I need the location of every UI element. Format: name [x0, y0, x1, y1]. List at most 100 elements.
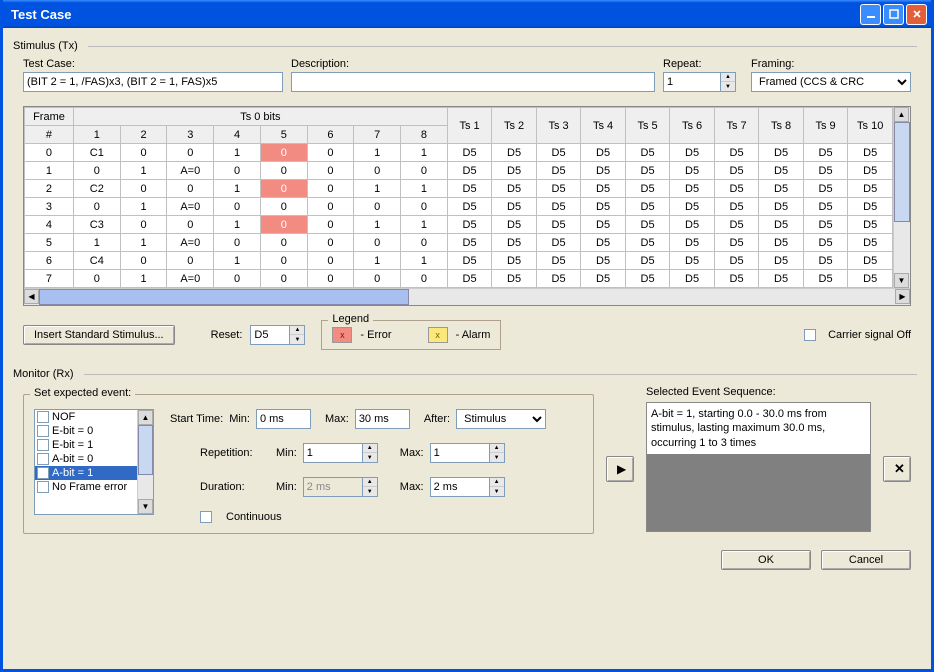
list-item[interactable]: E-bit = 1	[35, 438, 137, 452]
grid-cell[interactable]: 0	[307, 216, 354, 234]
list-item[interactable]: NOF	[35, 410, 137, 424]
grid-cell[interactable]: 0	[354, 198, 401, 216]
repeat-input[interactable]	[663, 72, 721, 92]
grid-cell[interactable]: D5	[714, 162, 759, 180]
grid-cell[interactable]: 0	[260, 216, 307, 234]
grid-cell[interactable]: D5	[492, 216, 537, 234]
list-item[interactable]: A-bit = 0	[35, 452, 137, 466]
grid-cell[interactable]: A=0	[167, 198, 214, 216]
grid-cell[interactable]: D5	[536, 234, 581, 252]
grid-cell[interactable]: D5	[581, 216, 626, 234]
framing-select[interactable]: Framed (CCS & CRC	[751, 72, 911, 92]
grid-cell[interactable]: D5	[848, 234, 893, 252]
grid-cell[interactable]: 7	[25, 270, 74, 288]
grid-cell[interactable]: D5	[759, 162, 804, 180]
insert-stimulus-button[interactable]: Insert Standard Stimulus...	[23, 325, 175, 345]
grid-cell[interactable]: D5	[670, 180, 715, 198]
grid-cell[interactable]: D5	[803, 180, 848, 198]
grid-cell[interactable]: D5	[625, 198, 670, 216]
grid-cell[interactable]: 0	[120, 180, 167, 198]
grid-cell[interactable]: D5	[714, 270, 759, 288]
start-max-input[interactable]	[355, 409, 410, 429]
grid-cell[interactable]: D5	[759, 144, 804, 162]
grid-cell[interactable]: D5	[625, 180, 670, 198]
grid-cell[interactable]: 1	[120, 198, 167, 216]
frame-grid[interactable]: FrameTs 0 bitsTs 1Ts 2Ts 3Ts 4Ts 5Ts 6Ts…	[24, 107, 893, 288]
spin-up-icon[interactable]: ▲	[721, 73, 735, 82]
grid-cell[interactable]: 0	[401, 162, 448, 180]
scroll-track[interactable]	[894, 222, 910, 273]
grid-cell[interactable]: D5	[848, 216, 893, 234]
grid-cell[interactable]: 0	[25, 144, 74, 162]
grid-cell[interactable]: D5	[625, 234, 670, 252]
spin-up-icon[interactable]: ▲	[363, 444, 377, 453]
grid-cell[interactable]: D5	[803, 144, 848, 162]
grid-cell[interactable]: D5	[447, 144, 492, 162]
after-select[interactable]: Stimulus	[456, 409, 546, 429]
grid-cell[interactable]: D5	[625, 144, 670, 162]
grid-cell[interactable]: D5	[848, 180, 893, 198]
grid-cell[interactable]: D5	[447, 234, 492, 252]
cancel-button[interactable]: Cancel	[821, 550, 911, 570]
grid-cell[interactable]: 1	[214, 180, 261, 198]
grid-cell[interactable]: 0	[354, 270, 401, 288]
table-row[interactable]: 101A=000000D5D5D5D5D5D5D5D5D5D5	[25, 162, 893, 180]
grid-cell[interactable]: 0	[260, 162, 307, 180]
rep-min-input[interactable]	[303, 443, 363, 463]
grid-cell[interactable]: D5	[536, 144, 581, 162]
rep-max-input[interactable]	[430, 443, 490, 463]
scroll-thumb[interactable]	[894, 122, 910, 222]
grid-cell[interactable]: 0	[167, 216, 214, 234]
grid-cell[interactable]: D5	[670, 144, 715, 162]
grid-cell[interactable]: 0	[260, 270, 307, 288]
grid-cell[interactable]: 0	[167, 144, 214, 162]
spin-down-icon[interactable]: ▼	[490, 453, 504, 462]
grid-cell[interactable]: D5	[447, 162, 492, 180]
grid-cell[interactable]: D5	[447, 198, 492, 216]
table-row[interactable]: 0C10010011D5D5D5D5D5D5D5D5D5D5	[25, 144, 893, 162]
grid-cell[interactable]: D5	[536, 270, 581, 288]
listbox-vscrollbar[interactable]: ▲ ▼	[137, 410, 153, 514]
rep-max-spinner[interactable]: ▲▼	[430, 443, 505, 463]
grid-cell[interactable]: D5	[803, 234, 848, 252]
grid-cell[interactable]: D5	[581, 270, 626, 288]
grid-cell[interactable]: D5	[714, 180, 759, 198]
grid-cell[interactable]: D5	[581, 180, 626, 198]
grid-cell[interactable]: D5	[492, 144, 537, 162]
grid-cell[interactable]: D5	[492, 198, 537, 216]
grid-cell[interactable]: 0	[307, 162, 354, 180]
scroll-down-icon[interactable]: ▼	[138, 499, 153, 514]
scroll-up-icon[interactable]: ▲	[138, 410, 153, 425]
grid-cell[interactable]: 0	[307, 144, 354, 162]
dur-max-input[interactable]	[430, 477, 490, 497]
grid-cell[interactable]: 0	[401, 234, 448, 252]
grid-cell[interactable]: 0	[73, 270, 120, 288]
table-row[interactable]: 4C30010011D5D5D5D5D5D5D5D5D5D5	[25, 216, 893, 234]
spin-down-icon[interactable]: ▼	[290, 335, 304, 344]
event-checkbox[interactable]	[37, 453, 49, 465]
grid-cell[interactable]: D5	[492, 180, 537, 198]
grid-cell[interactable]: D5	[581, 234, 626, 252]
grid-cell[interactable]: 0	[120, 144, 167, 162]
ok-button[interactable]: OK	[721, 550, 811, 570]
grid-cell[interactable]: 1	[25, 162, 74, 180]
grid-cell[interactable]: A=0	[167, 162, 214, 180]
grid-cell[interactable]: D5	[536, 198, 581, 216]
grid-vscrollbar[interactable]: ▲ ▼	[893, 107, 910, 288]
grid-cell[interactable]: 1	[354, 216, 401, 234]
grid-cell[interactable]: D5	[625, 162, 670, 180]
remove-event-button[interactable]: ✕	[883, 456, 911, 482]
grid-cell[interactable]: 1	[401, 180, 448, 198]
grid-cell[interactable]: 5	[25, 234, 74, 252]
spin-up-icon[interactable]: ▲	[490, 444, 504, 453]
grid-cell[interactable]: D5	[447, 216, 492, 234]
grid-cell[interactable]: 1	[120, 270, 167, 288]
grid-cell[interactable]: D5	[759, 252, 804, 270]
event-checkbox[interactable]	[37, 425, 49, 437]
grid-cell[interactable]: 1	[73, 234, 120, 252]
continuous-checkbox[interactable]	[200, 511, 212, 523]
grid-cell[interactable]: D5	[803, 270, 848, 288]
description-input[interactable]	[291, 72, 655, 92]
grid-cell[interactable]: 1	[214, 144, 261, 162]
start-min-input[interactable]	[256, 409, 311, 429]
